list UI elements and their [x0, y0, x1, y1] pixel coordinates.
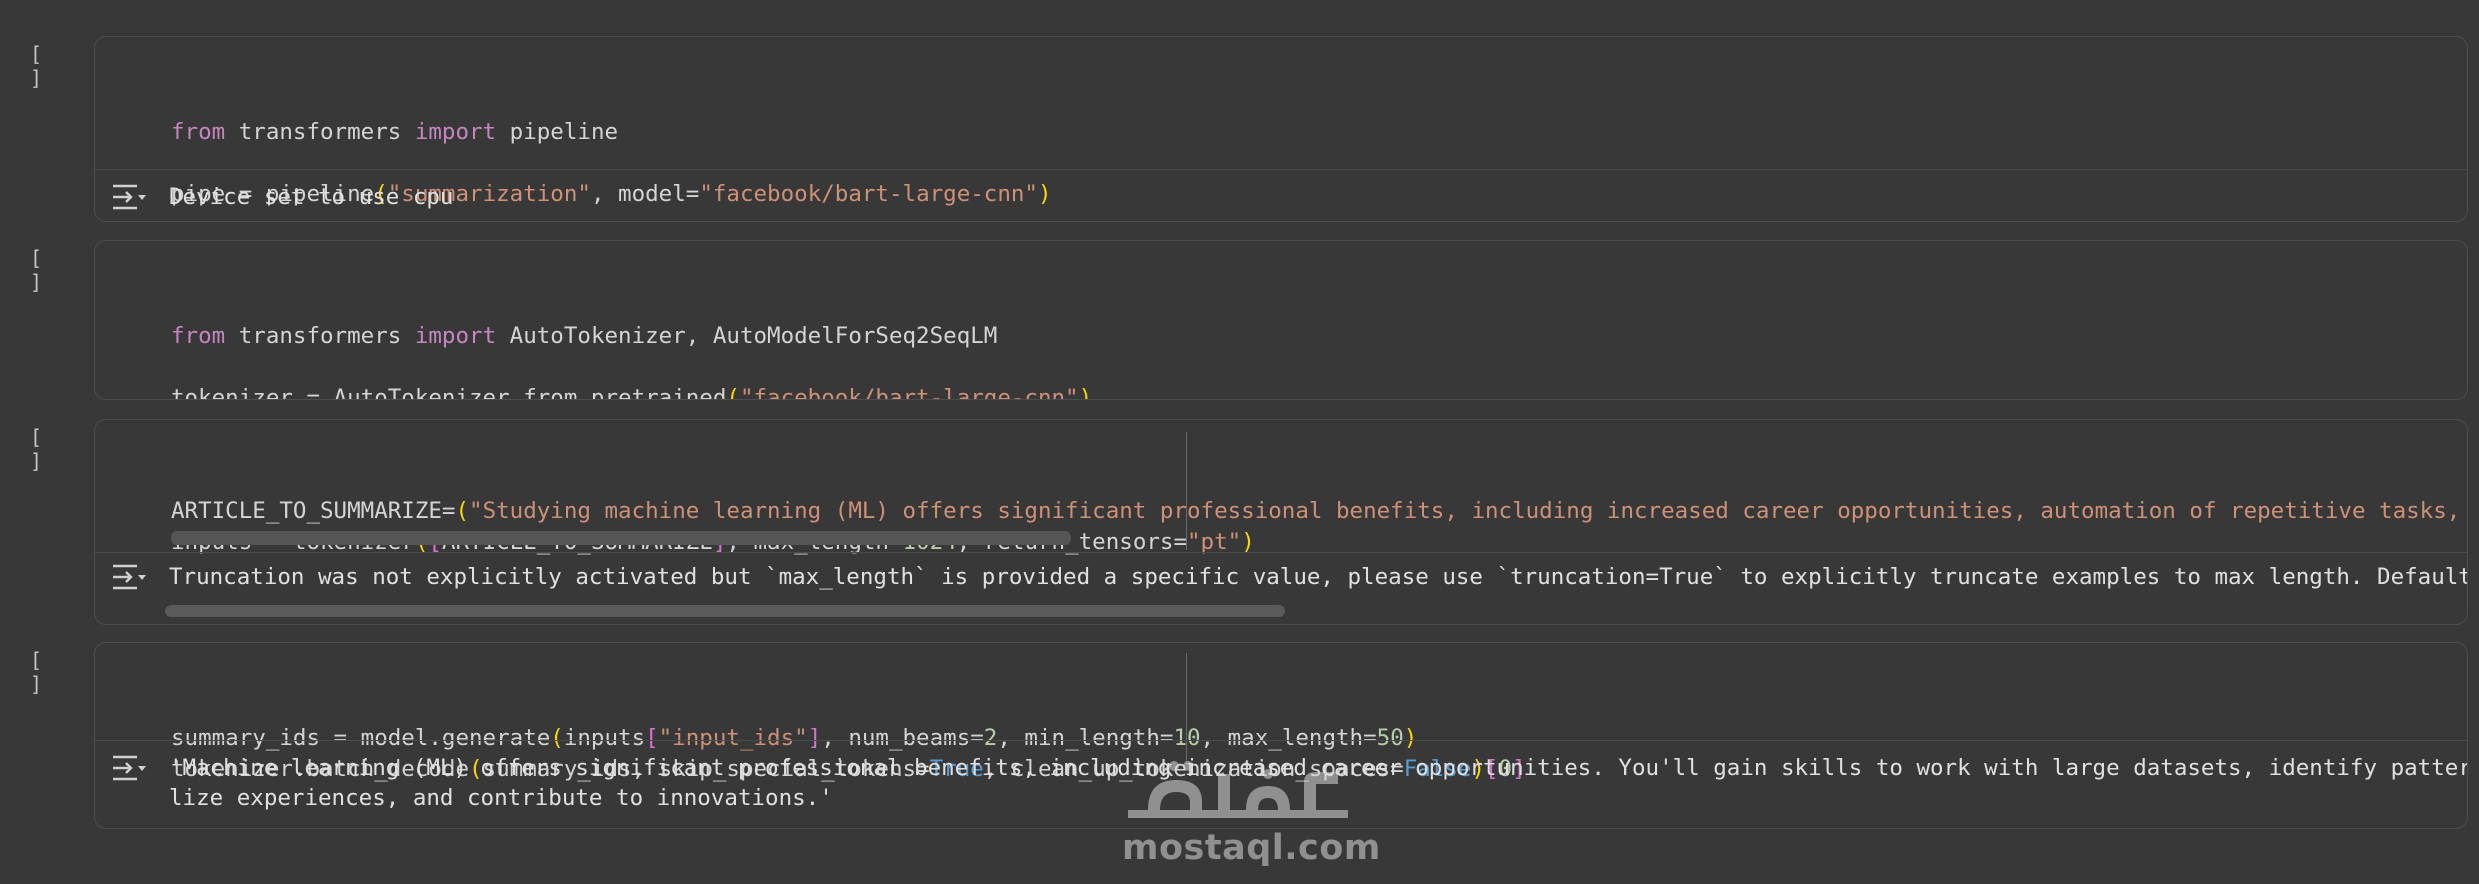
- code-editor[interactable]: from transformers import AutoTokenizer, …: [95, 241, 2467, 400]
- code-token: from: [171, 323, 226, 349]
- code-token: ): [1078, 385, 1093, 400]
- output-collapse-icon[interactable]: [111, 182, 147, 212]
- code-editor[interactable]: ARTICLE_TO_SUMMARIZE=("Studying machine …: [95, 420, 2467, 555]
- watermark-site-text: mostaql.com: [1122, 828, 1381, 868]
- code-lines: ARTICLE_TO_SUMMARIZE=("Studying machine …: [171, 496, 2467, 558]
- run-cell-button[interactable]: [ ]: [30, 648, 70, 696]
- run-cell-button[interactable]: [ ]: [30, 246, 70, 294]
- code-editor[interactable]: summary_ids = model.generate(inputs["inp…: [95, 643, 2467, 782]
- code-cell[interactable]: ARTICLE_TO_SUMMARIZE=("Studying machine …: [94, 419, 2468, 625]
- output-text-line: lize experiences, and contribute to inno…: [169, 785, 833, 811]
- output-text: Truncation was not explicitly activated …: [169, 564, 2468, 590]
- cell-output: 'Machine learning (ML) offers significan…: [95, 740, 2468, 828]
- code-token: import: [414, 323, 497, 349]
- code-token: AutoTokenizer, AutoModelForSeq2SeqLM: [496, 323, 998, 349]
- code-cell[interactable]: summary_ids = model.generate(inputs["inp…: [94, 642, 2468, 829]
- code-cell[interactable]: from transformers import AutoTokenizer, …: [94, 240, 2468, 400]
- code-token: from: [171, 119, 226, 145]
- code-line: tokenizer = AutoTokenizer.from_pretraine…: [171, 383, 2467, 400]
- output-scrollbar[interactable]: [165, 605, 1285, 617]
- run-cell-button[interactable]: [ ]: [30, 425, 70, 473]
- code-token: tokenizer = AutoTokenizer.from_pretraine…: [171, 385, 727, 400]
- cell-output: Device set to use cpu: [95, 169, 2467, 221]
- code-line: from transformers import AutoTokenizer, …: [171, 321, 2467, 352]
- code-cell[interactable]: from transformers import pipeline pipe = …: [94, 36, 2468, 222]
- code-token: transformers: [225, 323, 415, 349]
- code-scrollbar[interactable]: [171, 531, 1071, 545]
- output-collapse-icon[interactable]: [111, 562, 147, 592]
- cell-output: Truncation was not explicitly activated …: [95, 552, 2468, 624]
- code-token: "Studying machine learning (ML) offers s…: [469, 498, 2468, 524]
- code-editor[interactable]: from transformers import pipeline pipe = …: [95, 37, 2467, 207]
- code-token: "facebook/bart-large-cnn": [739, 385, 1079, 400]
- code-lines: from transformers import AutoTokenizer, …: [171, 321, 2467, 400]
- code-token: import: [414, 119, 497, 145]
- output-collapse-icon[interactable]: [111, 753, 147, 783]
- code-token: pipeline: [496, 119, 619, 145]
- output-text: Device set to use cpu: [169, 184, 454, 210]
- code-token: transformers: [225, 119, 415, 145]
- code-line: from transformers import pipeline: [171, 117, 2467, 148]
- code-token: (: [455, 498, 470, 524]
- code-token: ARTICLE_TO_SUMMARIZE=: [171, 498, 456, 524]
- output-text-line: 'Machine learning (ML) offers significan…: [169, 755, 2468, 781]
- code-token: (: [726, 385, 740, 400]
- run-cell-button[interactable]: [ ]: [30, 42, 70, 90]
- notebook-page: [ ] from transformers import pipeline pip…: [0, 0, 2479, 884]
- code-line: ARTICLE_TO_SUMMARIZE=("Studying machine …: [171, 496, 2467, 527]
- editor-ruler: [1186, 432, 1187, 550]
